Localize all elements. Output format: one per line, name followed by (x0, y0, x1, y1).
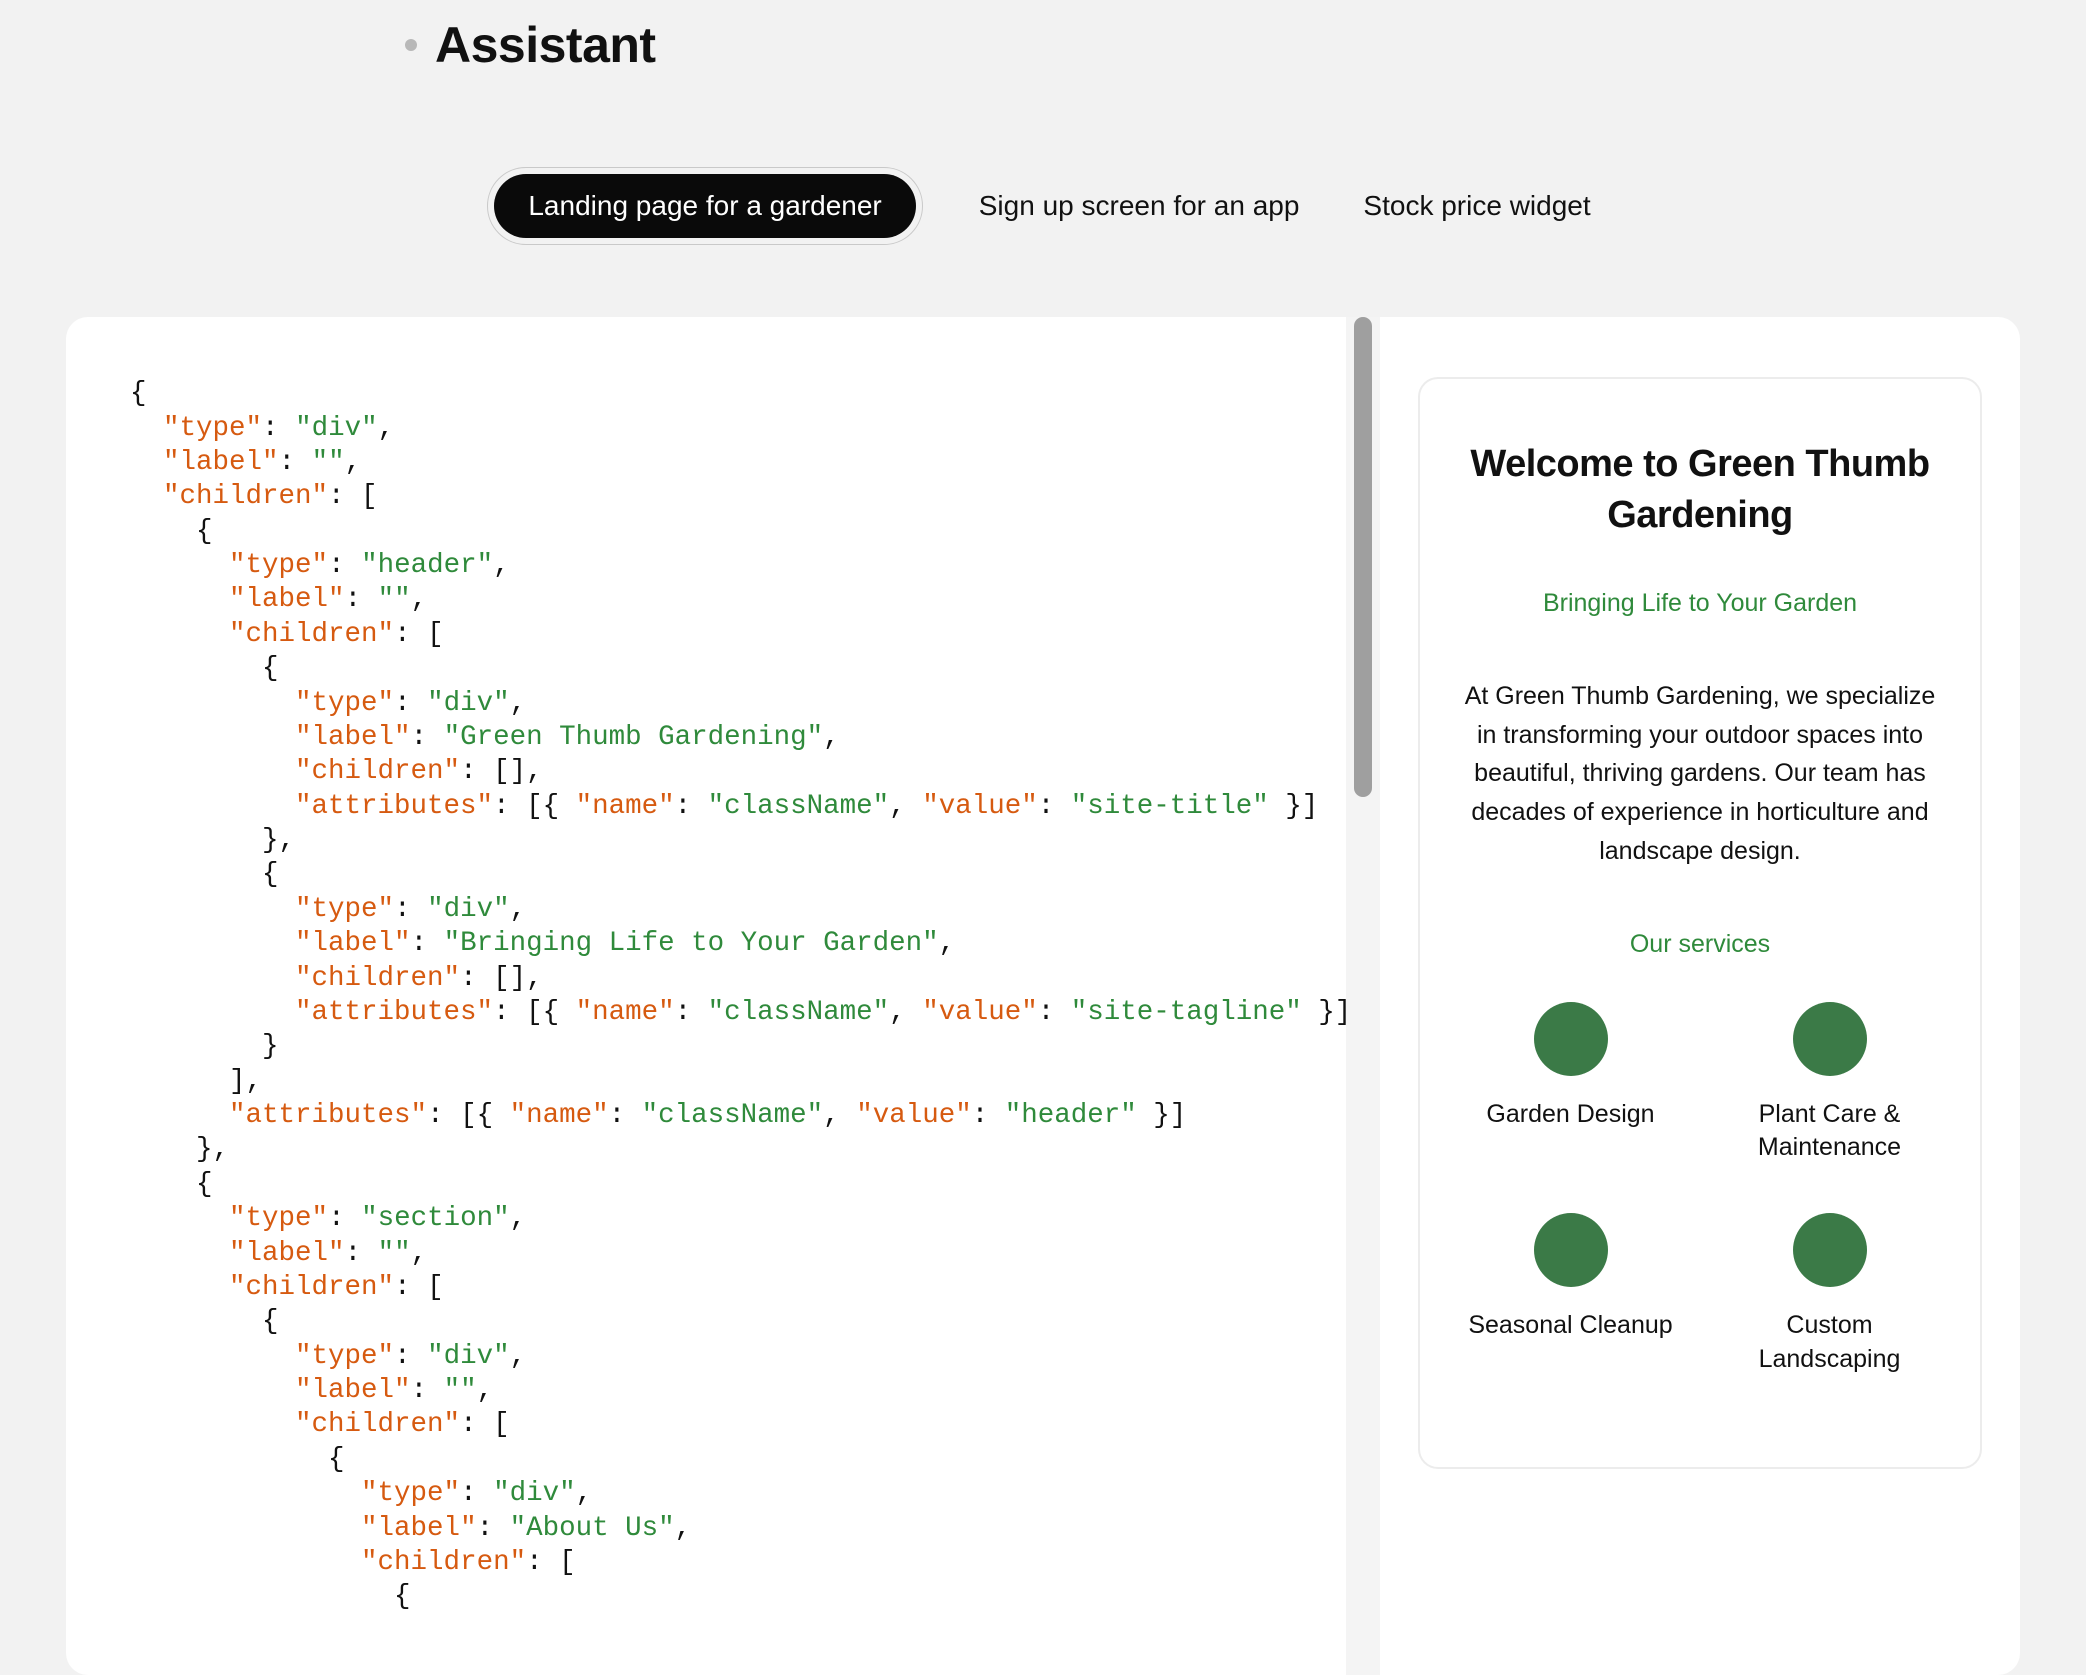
preview-panel: Welcome to Green Thumb Gardening Bringin… (1380, 317, 2020, 1675)
preview-tagline: Bringing Life to Your Garden (1456, 586, 1944, 621)
preview-about-text: At Green Thumb Gardening, we specialize … (1456, 677, 1944, 871)
example-tabs: Landing page for a gardener Sign up scre… (0, 162, 2086, 249)
service-dot-icon (1793, 1002, 1867, 1076)
role-header: Assistant (0, 0, 2086, 80)
code-panel: { "type": "div", "label": "", "children"… (66, 317, 1346, 1675)
role-label: Assistant (435, 10, 656, 80)
preview-card: Welcome to Green Thumb Gardening Bringin… (1418, 377, 1982, 1468)
service-dot-icon (1534, 1213, 1608, 1287)
service-item: Garden Design (1456, 1002, 1685, 1166)
service-label: Seasonal Cleanup (1468, 1309, 1672, 1343)
service-item: Plant Care & Maintenance (1715, 1002, 1944, 1166)
preview-title: Welcome to Green Thumb Gardening (1456, 439, 1944, 542)
service-label: Plant Care & Maintenance (1715, 1098, 1944, 1166)
preview-services-heading: Our services (1456, 927, 1944, 962)
json-code-block[interactable]: { "type": "div", "label": "", "children"… (130, 377, 1282, 1615)
code-scrollbar-track[interactable] (1346, 317, 1380, 1675)
service-item: Custom Landscaping (1715, 1213, 1944, 1377)
bullet-icon (405, 39, 417, 51)
service-item: Seasonal Cleanup (1456, 1213, 1685, 1377)
service-label: Garden Design (1486, 1098, 1654, 1132)
service-label: Custom Landscaping (1715, 1309, 1944, 1377)
services-grid: Garden Design Plant Care & Maintenance S… (1456, 1002, 1944, 1377)
code-scrollbar-thumb[interactable] (1354, 317, 1372, 797)
tab-stock-widget[interactable]: Stock price widget (1355, 162, 1598, 249)
service-dot-icon (1793, 1213, 1867, 1287)
service-dot-icon (1534, 1002, 1608, 1076)
tab-signup[interactable]: Sign up screen for an app (971, 162, 1308, 249)
tab-gardener[interactable]: Landing page for a gardener (494, 174, 915, 238)
panels: { "type": "div", "label": "", "children"… (66, 317, 2020, 1675)
page-root: Assistant Landing page for a gardener Si… (0, 0, 2086, 1675)
tab-gardener-outer: Landing page for a gardener (487, 167, 922, 245)
